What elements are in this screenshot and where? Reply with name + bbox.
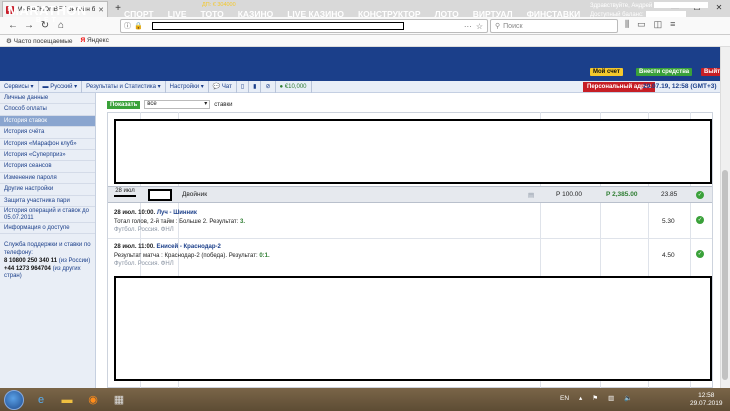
sidebar-item-superprize-history[interactable]: История «Суперприз» (0, 150, 95, 162)
nav-constructor[interactable]: КОНСТРУКТОР (358, 9, 421, 19)
event-odds: 5.30 (662, 218, 675, 225)
redacted-url (151, 22, 404, 30)
sidebar-item-club-history[interactable]: История «Марафон клуб» (0, 139, 95, 150)
support-block: Служба поддержки и ставки по телефону: 8… (4, 242, 91, 280)
comment-icon[interactable]: ▤ (528, 191, 534, 199)
url-bar[interactable]: ⓘ 🔒 ··· ☆ (120, 19, 488, 33)
explorer-icon[interactable]: ▬ (58, 391, 76, 408)
account-info: Здравствуйте, Андрей Доступный баланс: (590, 2, 720, 20)
filter-select[interactable]: все (144, 100, 211, 109)
close-tab-icon[interactable]: ✕ (98, 6, 104, 14)
nav-toto[interactable]: ТОТО (201, 9, 224, 19)
sidebar-item-old-history[interactable]: История операций и ставок до 05.07.2011 (0, 207, 95, 223)
my-account-button[interactable]: Мой счет (590, 68, 623, 76)
no-sign-icon[interactable]: ⊘ (261, 80, 276, 93)
server-time: 29.07.19, 12:58 (GMT+3) (643, 83, 717, 90)
bet-summary-row[interactable]: 28 июл Двойник ▤ Р 100.00 Р 2,385.00 23.… (108, 186, 712, 203)
scrollbar-thumb[interactable] (722, 170, 728, 380)
browser-search-input[interactable]: ⚲ Поиск (490, 19, 618, 33)
results-menu[interactable]: Результаты и Статистика ▾ (82, 80, 166, 93)
bookmarks-bar: ⚙ Часто посещаемые Я Яндекс (0, 35, 730, 47)
bet-date: 28 июл (114, 188, 136, 197)
app-icon[interactable]: ▦ (110, 391, 128, 408)
sidebar-item-access-info[interactable]: Информация о доступе (0, 223, 95, 235)
nav-casino[interactable]: КАЗИНО (238, 9, 274, 19)
bet-total-odds: 23.85 (661, 191, 678, 198)
taskbar-clock[interactable]: 12:58 29.07.2019 (690, 392, 723, 408)
language-indicator[interactable]: EN (560, 395, 569, 402)
filter-label: ставки (214, 101, 233, 108)
language-menu[interactable]: ▬ Русский ▾ (39, 80, 83, 93)
sidebar-item-bet-history[interactable]: История ставок (0, 115, 95, 128)
sidebar-item-change-password[interactable]: Изменение пароля (0, 173, 95, 185)
bookmark-most-visited[interactable]: ⚙ Часто посещаемые (6, 37, 73, 45)
phone-intl[interactable]: +44 1273 964704 (4, 266, 51, 272)
sidebar-item-payment-method[interactable]: Способ оплаты (0, 104, 95, 116)
search-icon: ⚲ (495, 23, 501, 30)
nav-sport[interactable]: СПОРТ (124, 9, 154, 19)
bet-event-1: 28 июл. 10:00. Луч - Шинник Тотал голов,… (114, 210, 246, 233)
bookmark-star-icon[interactable]: ☆ (476, 22, 483, 31)
redacted-block (114, 276, 712, 381)
tray-arrow-icon[interactable]: ▴ (579, 394, 582, 402)
bet-type: Двойник (182, 191, 208, 198)
event-teams[interactable]: Луч - Шинник (157, 210, 197, 216)
chat-button[interactable]: 💬 Чат (209, 80, 237, 93)
sidebar-item-session-history[interactable]: История сеансов (0, 161, 95, 173)
nav-live[interactable]: LIVE (168, 9, 187, 19)
nav-finbets[interactable]: ФИНСТАВКИ (527, 9, 581, 19)
site-logo[interactable]: MARATHON BET (8, 4, 87, 25)
bet-payout: Р 2,385.00 (606, 191, 638, 198)
more-icon[interactable]: ··· (464, 22, 472, 31)
won-check-icon: ✓ (696, 191, 704, 199)
redacted-name (654, 2, 709, 9)
bookmark-yandex[interactable]: Я Яндекс (81, 37, 109, 44)
bet-stake: Р 100.00 (556, 191, 583, 198)
redacted-bet-id (148, 189, 172, 201)
nav-virtual[interactable]: ВИРТУАЛ (473, 9, 513, 19)
mobile-icon[interactable]: ▯ (237, 80, 250, 93)
sidebar-item-player-protection[interactable]: Защита участника пари (0, 196, 95, 207)
event-odds: 4.50 (662, 252, 675, 259)
volume-icon[interactable]: 🔈 (624, 394, 632, 402)
bonus-coin[interactable]: ● €10,000 (276, 80, 312, 93)
nav-live-casino[interactable]: LIVE КАЗИНО (287, 9, 344, 19)
support-title: Служба поддержки и ставки по телефону: (4, 242, 91, 257)
start-button-icon[interactable] (4, 390, 24, 410)
reader-icon[interactable]: ◫ (654, 19, 663, 30)
bet-event-2: 28 июл. 11:00. Енисей - Краснодар-2 Резу… (114, 244, 270, 267)
system-tray: EN ▴ ⚑ ▥ 🔈 (560, 394, 632, 403)
won-check-icon: ✓ (696, 250, 704, 258)
network-icon[interactable]: ▥ (608, 394, 614, 402)
info-icon: ⓘ (124, 23, 131, 30)
firefox-icon[interactable]: ◉ (84, 391, 102, 408)
menu-icon[interactable]: ≡ (670, 19, 675, 30)
event-teams[interactable]: Енисей - Краснодар-2 (157, 244, 221, 250)
ie-icon[interactable]: e (32, 391, 50, 408)
redacted-balance (645, 11, 686, 18)
new-tab-button[interactable]: + (112, 3, 124, 15)
yandex-icon: Я (80, 37, 86, 44)
phone-russia[interactable]: 8 10800 250 340 11 (4, 258, 57, 264)
sidebar-item-personal-data[interactable]: Личные данные (0, 93, 95, 105)
main-nav: ДП: € 304000 СПОРТ LIVE ТОТО КАЗИНО LIVE… (124, 2, 581, 19)
flag-icon[interactable]: ⚑ (592, 394, 598, 402)
show-button[interactable]: Показать (107, 100, 141, 109)
nav-loto[interactable]: ЛОТО (435, 9, 459, 19)
redacted-block (114, 119, 712, 184)
jackpot-label: ДП: € 304000 (202, 2, 236, 8)
sidebar-toggle-icon[interactable]: ▭ (637, 19, 646, 30)
phone-icon[interactable]: ▮ (249, 80, 262, 93)
services-menu[interactable]: Сервисы ▾ (0, 80, 39, 93)
bet-filter: Показать все ставки (107, 100, 232, 109)
deposit-button[interactable]: Внести средства (636, 68, 693, 76)
sidebar-item-other-settings[interactable]: Другие настройки (0, 184, 95, 196)
library-icon[interactable]: ⫼ (625, 19, 629, 30)
won-check-icon: ✓ (696, 216, 704, 224)
settings-menu[interactable]: Настройки ▾ (166, 80, 209, 93)
account-sidebar: Личные данные Способ оплаты История став… (0, 93, 96, 388)
lock-icon: 🔒 (134, 23, 143, 30)
sidebar-item-account-history[interactable]: История счёта (0, 127, 95, 139)
